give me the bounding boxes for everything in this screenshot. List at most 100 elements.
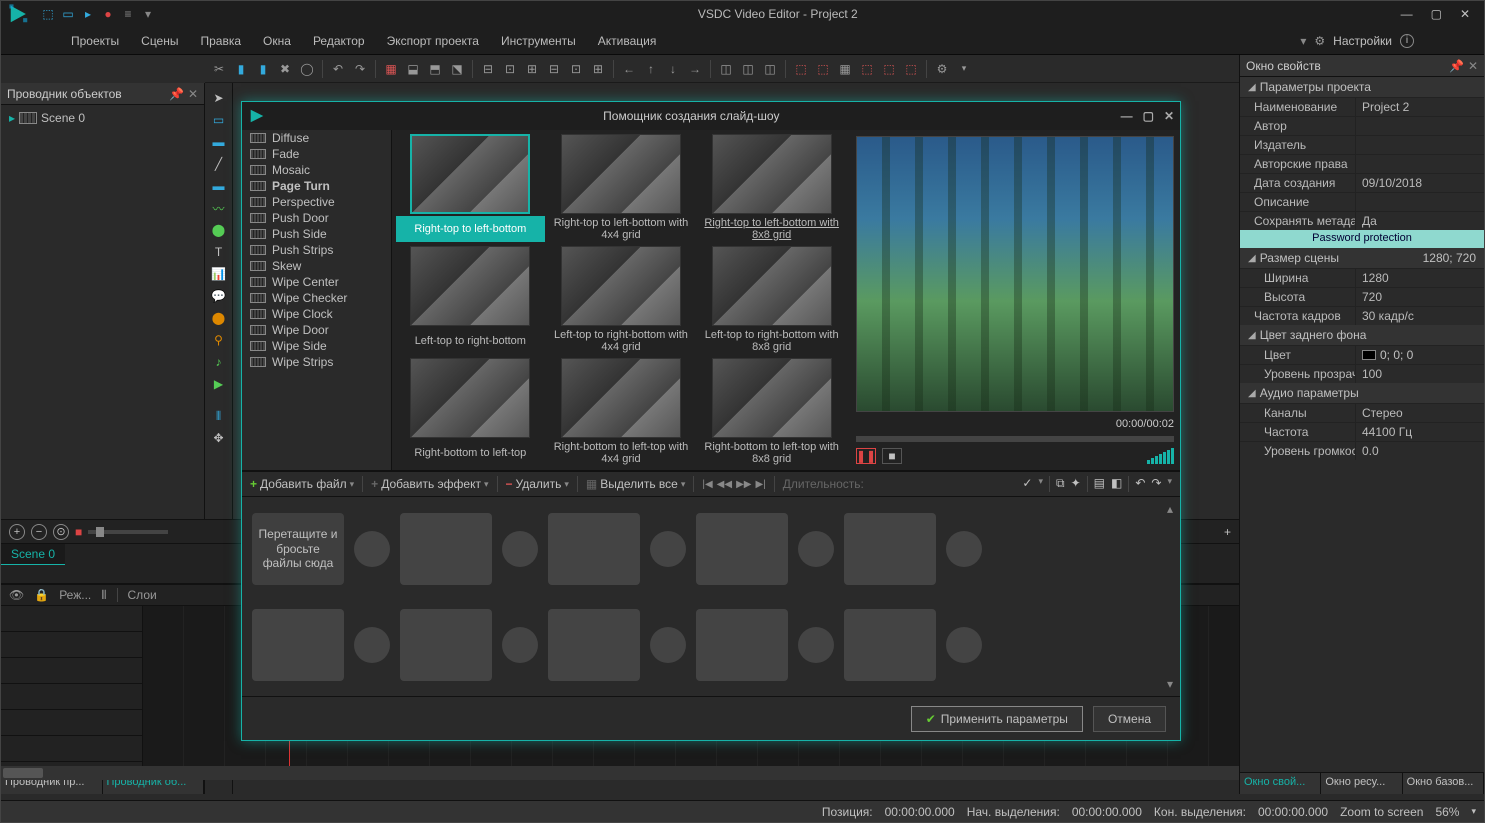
transition-slot[interactable] xyxy=(798,627,834,663)
timeline-scene-tab[interactable]: Scene 0 xyxy=(1,544,65,565)
line-shape-tool[interactable]: ▭ xyxy=(209,111,229,129)
arrow-right-icon[interactable]: → xyxy=(685,59,705,79)
transition-wipe-side[interactable]: Wipe Side xyxy=(242,338,391,354)
tl-zoom-in[interactable]: + xyxy=(9,524,25,540)
minimize-button[interactable]: ― xyxy=(1401,7,1413,21)
rect-tool[interactable]: ▬ xyxy=(209,133,229,151)
redo-icon[interactable]: ↷ xyxy=(350,59,370,79)
speech-tool[interactable]: 💬 xyxy=(209,287,229,305)
arrow-left-icon[interactable]: ← xyxy=(619,59,639,79)
eq-tool[interactable]: ⦀ xyxy=(209,407,229,425)
props-pin-icon[interactable]: 📌 xyxy=(1449,59,1464,73)
transition-slot[interactable] xyxy=(502,627,538,663)
clip-slot[interactable] xyxy=(696,609,788,681)
menubar-dropdown[interactable]: ▾ xyxy=(1300,34,1306,48)
prop-copyright-value[interactable] xyxy=(1355,155,1484,173)
transition-slot[interactable] xyxy=(798,531,834,567)
prop-freq-value[interactable]: 44100 Гц xyxy=(1355,423,1484,441)
move-tool[interactable]: ✥ xyxy=(209,429,229,447)
thumb-cell[interactable]: Right-bottom to left-top with 4x4 grid xyxy=(547,358,696,466)
align-7[interactable]: ⊞ xyxy=(522,59,542,79)
prop-color-value[interactable]: 0; 0; 0 xyxy=(1355,346,1484,364)
tl-fit[interactable]: ⊙ xyxy=(53,524,69,540)
transition-wipe-center[interactable]: Wipe Center xyxy=(242,274,391,290)
wiz-tool-layers[interactable]: ▤ xyxy=(1094,476,1105,492)
menu-scenes[interactable]: Сцены xyxy=(141,34,178,48)
tool-3[interactable]: ▮ xyxy=(253,59,273,79)
wiz-tool-rotate-r[interactable]: ↷ xyxy=(1151,476,1161,492)
transition-push-strips[interactable]: Push Strips xyxy=(242,242,391,258)
group-project-params[interactable]: ◢Параметры проекта xyxy=(1240,77,1484,97)
wiz-tool-brush[interactable]: ✓ xyxy=(1022,476,1032,492)
transition-wipe-strips[interactable]: Wipe Strips xyxy=(242,354,391,370)
right-tab-properties[interactable]: Окно свой... xyxy=(1240,773,1321,794)
props-close-icon[interactable]: ✕ xyxy=(1468,59,1478,73)
gear-icon[interactable]: ⚙ xyxy=(1314,34,1325,48)
transition-slot[interactable] xyxy=(354,627,390,663)
select-all-button[interactable]: ▦Выделить все▾ xyxy=(586,477,685,491)
transition-slot[interactable] xyxy=(354,531,390,567)
music-tool[interactable]: ♪ xyxy=(209,353,229,371)
right-tab-base[interactable]: Окно базов... xyxy=(1403,773,1484,794)
clip-slot[interactable] xyxy=(252,609,344,681)
video-tool[interactable]: ▶ xyxy=(209,375,229,393)
align-5[interactable]: ⊟ xyxy=(478,59,498,79)
free-tool[interactable]: 〰 xyxy=(209,199,229,217)
thumb-cell[interactable]: Right-top to left-bottom with 4x4 grid xyxy=(547,134,696,242)
menu-editor[interactable]: Редактор xyxy=(313,34,365,48)
sel-5[interactable]: ⬚ xyxy=(901,59,921,79)
transport-prev[interactable]: ◀◀ xyxy=(717,479,732,490)
cancel-button[interactable]: Отмена xyxy=(1093,706,1166,732)
sel-1[interactable]: ⬚ xyxy=(791,59,811,79)
group-bg-color[interactable]: ◢Цвет заднего фона xyxy=(1240,325,1484,345)
pin-icon[interactable]: 📌 xyxy=(169,87,184,101)
transport-next[interactable]: ▶▶ xyxy=(736,479,751,490)
ellipse-fill-tool[interactable]: ▬ xyxy=(209,177,229,195)
status-zoom-dropdown[interactable]: ▾ xyxy=(1471,806,1476,817)
chart-tool[interactable]: 📊 xyxy=(209,265,229,283)
text-tool[interactable]: T xyxy=(209,243,229,261)
prop-channels-value[interactable]: Стерео xyxy=(1355,404,1484,422)
tl-add-icon[interactable]: + xyxy=(1224,525,1231,539)
sel-4[interactable]: ⬚ xyxy=(879,59,899,79)
qat-dropdown[interactable]: ▾ xyxy=(141,7,155,21)
arrow-down-icon[interactable]: ↓ xyxy=(663,59,683,79)
tl-lock-icon[interactable]: 🔒 xyxy=(34,588,49,602)
password-protection-button[interactable]: Password protection xyxy=(1240,230,1484,248)
clip-slot[interactable] xyxy=(844,513,936,585)
cut-icon[interactable]: ✂ xyxy=(209,59,229,79)
sel-3[interactable]: ⬚ xyxy=(857,59,877,79)
sel-2[interactable]: ⬚ xyxy=(813,59,833,79)
transition-wipe-checker[interactable]: Wipe Checker xyxy=(242,290,391,306)
group-2[interactable]: ◫ xyxy=(738,59,758,79)
sb-scroll-down[interactable]: ▾ xyxy=(1164,678,1176,690)
align-3[interactable]: ⬒ xyxy=(425,59,445,79)
expand-icon[interactable]: ▸ xyxy=(9,111,15,125)
transition-push-door[interactable]: Push Door xyxy=(242,210,391,226)
wiz-tool-rotate-l[interactable]: ↶ xyxy=(1135,476,1145,492)
align-8[interactable]: ⊟ xyxy=(544,59,564,79)
prop-height-value[interactable]: 720 xyxy=(1355,288,1484,306)
menu-windows[interactable]: Окна xyxy=(263,34,291,48)
counter-tool[interactable]: ⬤ xyxy=(209,309,229,327)
clip-slot[interactable] xyxy=(696,513,788,585)
info-icon[interactable]: i xyxy=(1400,34,1414,48)
qat-icon-4[interactable]: ● xyxy=(101,7,115,21)
align-6[interactable]: ⊡ xyxy=(500,59,520,79)
thumb-cell[interactable]: Left-top to right-bottom with 4x4 grid xyxy=(547,246,696,354)
prop-meta-value[interactable]: Да xyxy=(1355,212,1484,230)
transition-slot[interactable] xyxy=(650,531,686,567)
add-file-button[interactable]: +Добавить файл▾ xyxy=(250,477,354,491)
apply-button[interactable]: ✔Применить параметры xyxy=(911,706,1083,732)
toolbar-gear-icon[interactable]: ⚙ xyxy=(932,59,952,79)
add-effect-button[interactable]: +Добавить эффект▾ xyxy=(371,477,488,491)
align-2[interactable]: ⬓ xyxy=(403,59,423,79)
menu-activation[interactable]: Активация xyxy=(598,34,657,48)
qat-icon-1[interactable]: ⬚ xyxy=(41,7,55,21)
pointer-tool[interactable]: ➤ xyxy=(209,89,229,107)
transition-skew[interactable]: Skew xyxy=(242,258,391,274)
clip-slot[interactable] xyxy=(548,609,640,681)
wiz-tool-fx[interactable]: ✦ xyxy=(1071,476,1081,492)
qat-icon-2[interactable]: ▭ xyxy=(61,7,75,21)
thumb-cell[interactable]: Right-top to left-bottom xyxy=(396,134,545,242)
